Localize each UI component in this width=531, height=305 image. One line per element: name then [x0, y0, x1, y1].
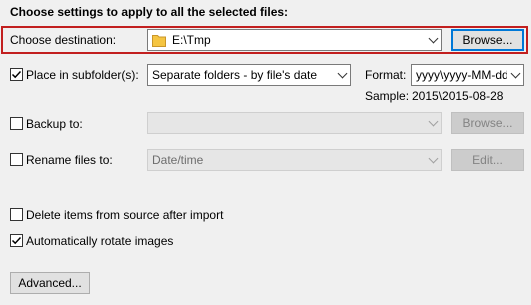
chevron-down-icon[interactable]	[334, 65, 350, 85]
format-combo[interactable]: yyyy\yyyy-MM-dd	[411, 64, 524, 86]
delete-items-label[interactable]: Delete items from source after import	[26, 208, 223, 222]
subfolder-checkbox[interactable]	[10, 68, 23, 81]
destination-browse-button[interactable]: Browse...	[451, 29, 524, 51]
sample-value: 2015\2015-08-28	[412, 89, 504, 103]
format-label: Format:	[365, 68, 407, 82]
rename-checkbox[interactable]	[10, 153, 23, 166]
backup-browse-button[interactable]: Browse...	[451, 112, 524, 134]
subfolder-mode-combo[interactable]: Separate folders - by file's date	[147, 64, 351, 86]
destination-label: Choose destination:	[10, 33, 117, 47]
sample-label: Sample:	[365, 89, 410, 103]
auto-rotate-label[interactable]: Automatically rotate images	[26, 234, 173, 248]
checkmark-icon	[11, 236, 22, 245]
rename-label[interactable]: Rename files to:	[26, 153, 113, 167]
destination-combo[interactable]: E:\Tmp	[147, 29, 442, 51]
section-heading: Choose settings to apply to all the sele…	[10, 5, 289, 19]
folder-icon	[152, 35, 166, 47]
destination-value: E:\Tmp	[172, 33, 211, 47]
backup-label[interactable]: Backup to:	[26, 117, 83, 131]
backup-checkbox[interactable]	[10, 117, 23, 130]
chevron-down-icon[interactable]	[425, 113, 441, 133]
auto-rotate-checkbox[interactable]	[10, 234, 23, 247]
subfolder-label[interactable]: Place in subfolder(s):	[26, 68, 139, 82]
delete-items-checkbox[interactable]	[10, 208, 23, 221]
rename-value: Date/time	[152, 153, 204, 167]
checkmark-icon	[11, 70, 22, 79]
format-value: yyyy\yyyy-MM-dd	[416, 68, 507, 82]
rename-combo[interactable]: Date/time	[147, 149, 442, 171]
chevron-down-icon[interactable]	[425, 150, 441, 170]
advanced-button[interactable]: Advanced...	[10, 272, 90, 294]
backup-combo[interactable]	[147, 112, 442, 134]
chevron-down-icon[interactable]	[425, 30, 441, 50]
subfolder-mode-value: Separate folders - by file's date	[152, 68, 318, 82]
rename-edit-button[interactable]: Edit...	[451, 149, 524, 171]
chevron-down-icon[interactable]	[507, 65, 523, 85]
